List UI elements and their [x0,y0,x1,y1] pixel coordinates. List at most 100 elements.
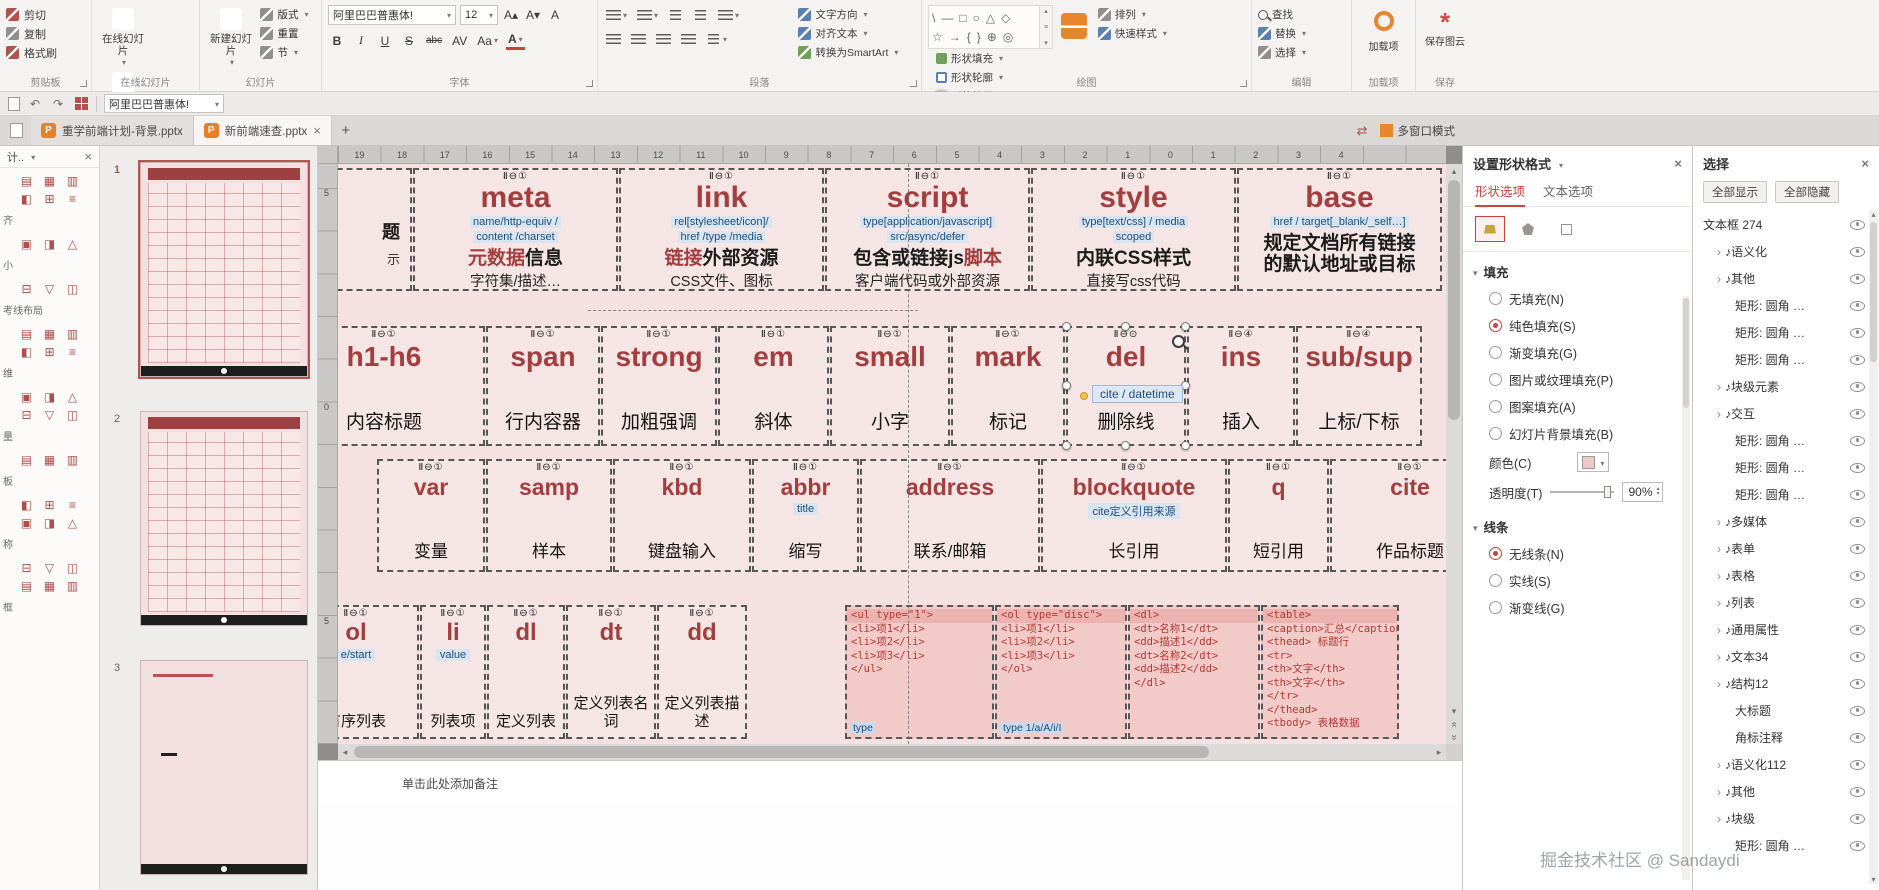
shape-icon[interactable]: △ [986,11,995,25]
slide-shape-cell[interactable]: Ⅱ⊖① base href / target[_blank/_self…] 规定文档所… [1237,168,1442,291]
radio-option[interactable]: 纯色填充(S) [1463,312,1692,339]
size-properties-icon[interactable] [1551,216,1581,242]
tool-icon[interactable]: ▤ [19,453,34,468]
visibility-eye-icon[interactable] [1850,705,1865,716]
selection-item[interactable]: 文本框 274 [1693,211,1879,238]
visibility-eye-icon[interactable] [1850,597,1865,608]
tool-icon[interactable]: ◨ [42,237,57,252]
radio-option[interactable]: 无填充(N) [1463,285,1692,312]
tool-icon[interactable]: ⊞ [42,345,57,360]
align-left-button[interactable] [604,30,623,49]
shape-icon[interactable]: ◇ [1001,11,1010,25]
visibility-eye-icon[interactable] [1850,489,1865,500]
horizontal-scroll-thumb[interactable] [354,746,1209,758]
transparency-slider[interactable] [1550,486,1615,498]
selection-handle[interactable] [1062,381,1071,390]
slide-shape-cell[interactable]: Ⅱ⊖① q 短引用 [1228,459,1329,572]
code-snippet-cell[interactable]: <dl> <dt>名称1</dt> <dd>描述1</dd> <dt>名称2</dt>… [1128,605,1260,739]
radio-option[interactable]: 渐变填充(G) [1463,339,1692,366]
selection-item[interactable]: ♪语义化 [1693,238,1879,265]
tool-icon[interactable]: ▥ [65,579,80,594]
selection-item[interactable]: 矩形: 圆角 … [1693,292,1879,319]
tool-icon[interactable]: △ [65,516,80,531]
align-text-button[interactable]: 对齐文本 [798,24,898,43]
slide-shape-cell[interactable]: Ⅱ⊖④ sub/sup 上标/下标 [1296,326,1422,446]
visibility-eye-icon[interactable] [1850,246,1865,257]
shape-icon[interactable]: ○ [973,11,980,25]
scroll-up-icon[interactable] [1446,164,1462,178]
new-tab-button[interactable] [332,116,360,145]
code-snippet-cell[interactable]: <ol type="disc"> <li>项1</li> <li>项2</li> <l… [995,605,1127,739]
selection-item[interactable]: ♪交互 [1693,400,1879,427]
selection-item[interactable]: 矩形: 圆角 … [1693,346,1879,373]
panel-scrollbar[interactable] [1869,210,1878,884]
strikethrough-button[interactable]: S [400,31,418,50]
visibility-eye-icon[interactable] [1850,381,1865,392]
scroll-right-icon[interactable] [1432,747,1446,758]
tool-icon[interactable]: ◨ [42,390,57,405]
slide-editing-area[interactable]: 题 示 Ⅱ⊖① meta name/http-equiv / content /ch… [338,164,1446,744]
theme-font-dropdown[interactable]: 阿里巴巴普惠体! [104,94,224,113]
slide-thumbnail[interactable] [138,160,310,379]
tool-icon[interactable]: ⊞ [42,498,57,513]
shape-fill-button[interactable]: 形状填充 [936,49,1003,68]
chevron-down-icon[interactable] [1473,265,1478,279]
selection-item[interactable]: 矩形: 圆角 … [1693,319,1879,346]
italic-button[interactable]: I [352,31,370,50]
visibility-eye-icon[interactable] [1850,300,1865,311]
tool-icon[interactable]: ◨ [42,516,57,531]
tool-icon[interactable]: △ [65,390,80,405]
layout-button[interactable]: 版式 [260,5,308,24]
selection-item[interactable]: ♪文本34 [1693,643,1879,670]
slide-shape-cell[interactable]: Ⅱ⊖① dt 定义列表名词 [566,605,656,739]
tab-shape-options[interactable]: 形状选项 [1475,181,1526,207]
dialog-launcher-icon[interactable] [586,80,593,87]
tool-icon[interactable]: ◫ [65,408,80,423]
fill-line-icon[interactable] [1475,216,1505,242]
radio-option[interactable]: 图片或纹理填充(P) [1463,366,1692,393]
slide-shape-cell[interactable]: Ⅱ⊖① span 行内容器 [486,326,600,446]
visibility-eye-icon[interactable] [1850,813,1865,824]
visibility-eye-icon[interactable] [1850,516,1865,527]
copy-button[interactable]: 复制 [6,24,85,43]
close-icon[interactable] [84,149,92,164]
visibility-eye-icon[interactable] [1850,678,1865,689]
tool-icon[interactable]: ◫ [65,561,80,576]
shape-gallery[interactable]: \ — □ ○ △ ◇ ☆ → {} ⊕ ◎ [928,5,1040,49]
tool-icon[interactable]: ▤ [19,579,34,594]
selection-item[interactable]: ♪表单 [1693,535,1879,562]
clear-formatting-button[interactable]: abc [424,31,444,50]
shape-icon[interactable]: → [949,30,961,44]
tool-icon[interactable]: ▽ [42,561,57,576]
close-icon[interactable] [1674,156,1682,171]
save-cloud-icon[interactable]: * [1422,9,1468,35]
character-spacing-button[interactable]: AV [450,31,469,50]
section-button[interactable]: 节 [260,43,308,62]
slide-shape-cell[interactable]: Ⅱ⊖① blockquote cite定义引用来源 长引用 [1041,459,1227,572]
selection-item[interactable]: 角标注释 [1693,724,1879,751]
new-slide-button[interactable]: 新建幻灯片 [206,5,256,69]
shape-icon[interactable]: □ [959,11,966,25]
clear-format-button[interactable]: A [546,5,564,24]
arrange-button[interactable]: 排列 [1097,5,1167,24]
selection-item[interactable]: ♪通用属性 [1693,616,1879,643]
selection-item[interactable]: ♪块级元素 [1693,373,1879,400]
tool-icon[interactable]: ⊟ [19,408,34,423]
quick-styles-button[interactable]: 快速样式 [1097,24,1167,43]
dialog-launcher-icon[interactable] [1240,80,1247,87]
selection-handle[interactable] [1121,441,1130,450]
replace-button[interactable]: 替换 [1258,24,1345,43]
visibility-eye-icon[interactable] [1850,543,1865,554]
tool-icon[interactable]: ≡ [65,498,80,513]
font-name-combobox[interactable]: 阿里巴巴普惠体! [328,5,456,25]
tool-icon[interactable]: ▤ [19,174,34,189]
radio-icon[interactable] [1489,292,1502,305]
columns-button[interactable] [704,30,729,49]
tool-icon[interactable]: ▦ [42,453,57,468]
selection-item[interactable]: 大标题 [1693,697,1879,724]
tool-icon[interactable]: ⊞ [42,192,57,207]
dialog-launcher-icon[interactable] [80,80,87,87]
grid-view-icon[interactable] [74,97,88,110]
shape-icon[interactable]: \ [932,11,935,25]
slide-shape-cell[interactable]: Ⅱ⊖① h1-h6 内容标题 [338,326,485,446]
